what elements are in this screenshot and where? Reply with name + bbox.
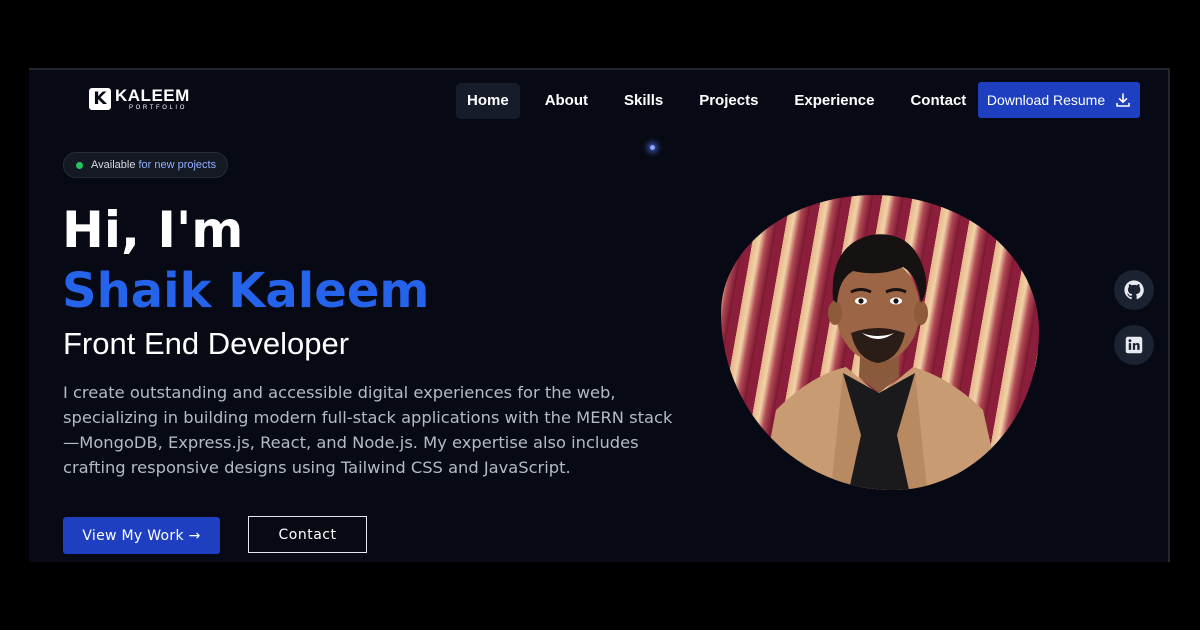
nav-projects[interactable]: Projects bbox=[688, 83, 769, 119]
main-nav: Home About Skills Projects Experience Co… bbox=[456, 83, 991, 119]
logo-mark: K bbox=[89, 88, 111, 110]
download-resume-button[interactable]: Download Resume bbox=[978, 82, 1140, 118]
hero-description: I create outstanding and accessible digi… bbox=[63, 380, 683, 480]
profile-photo bbox=[721, 195, 1039, 490]
nav-about[interactable]: About bbox=[534, 83, 599, 119]
nav-home[interactable]: Home bbox=[456, 83, 520, 119]
description-line: crafting responsive designs using Tailwi… bbox=[63, 458, 571, 477]
person-illustration bbox=[761, 234, 1001, 490]
logo-name: KALEEM bbox=[115, 86, 190, 105]
description-line: specializing in building modern full-sta… bbox=[63, 408, 673, 427]
linkedin-link[interactable] bbox=[1114, 325, 1154, 365]
nav-experience[interactable]: Experience bbox=[783, 83, 885, 119]
hero-greeting: Hi, I'm bbox=[62, 201, 244, 259]
nav-contact[interactable]: Contact bbox=[899, 83, 977, 119]
status-dot-icon bbox=[76, 161, 83, 169]
cursor-glow bbox=[650, 145, 655, 150]
site-logo[interactable]: K KALEEM PORTFOLIO bbox=[89, 87, 190, 111]
linkedin-icon bbox=[1125, 336, 1143, 354]
contact-button[interactable]: Contact bbox=[248, 516, 367, 553]
download-icon bbox=[1116, 93, 1130, 107]
nav-skills[interactable]: Skills bbox=[613, 83, 674, 119]
github-link[interactable] bbox=[1114, 270, 1154, 310]
description-line: —MongoDB, Express.js, React, and Node.js… bbox=[63, 433, 639, 452]
badge-detail: for new projects bbox=[138, 159, 217, 171]
description-line: I create outstanding and accessible digi… bbox=[63, 383, 616, 402]
availability-badge: Available for new projects bbox=[63, 152, 229, 178]
view-my-work-button[interactable]: View My Work → bbox=[63, 517, 220, 554]
hero-role: Front End Developer bbox=[63, 326, 350, 361]
hero-name: Shaik Kaleem bbox=[62, 263, 430, 319]
badge-status: Available bbox=[91, 159, 136, 171]
download-resume-label: Download Resume bbox=[986, 92, 1106, 108]
logo-subtitle: PORTFOLIO bbox=[129, 105, 187, 111]
github-icon bbox=[1124, 280, 1144, 300]
site-frame: K KALEEM PORTFOLIO Home About Skills Pro… bbox=[29, 68, 1170, 562]
